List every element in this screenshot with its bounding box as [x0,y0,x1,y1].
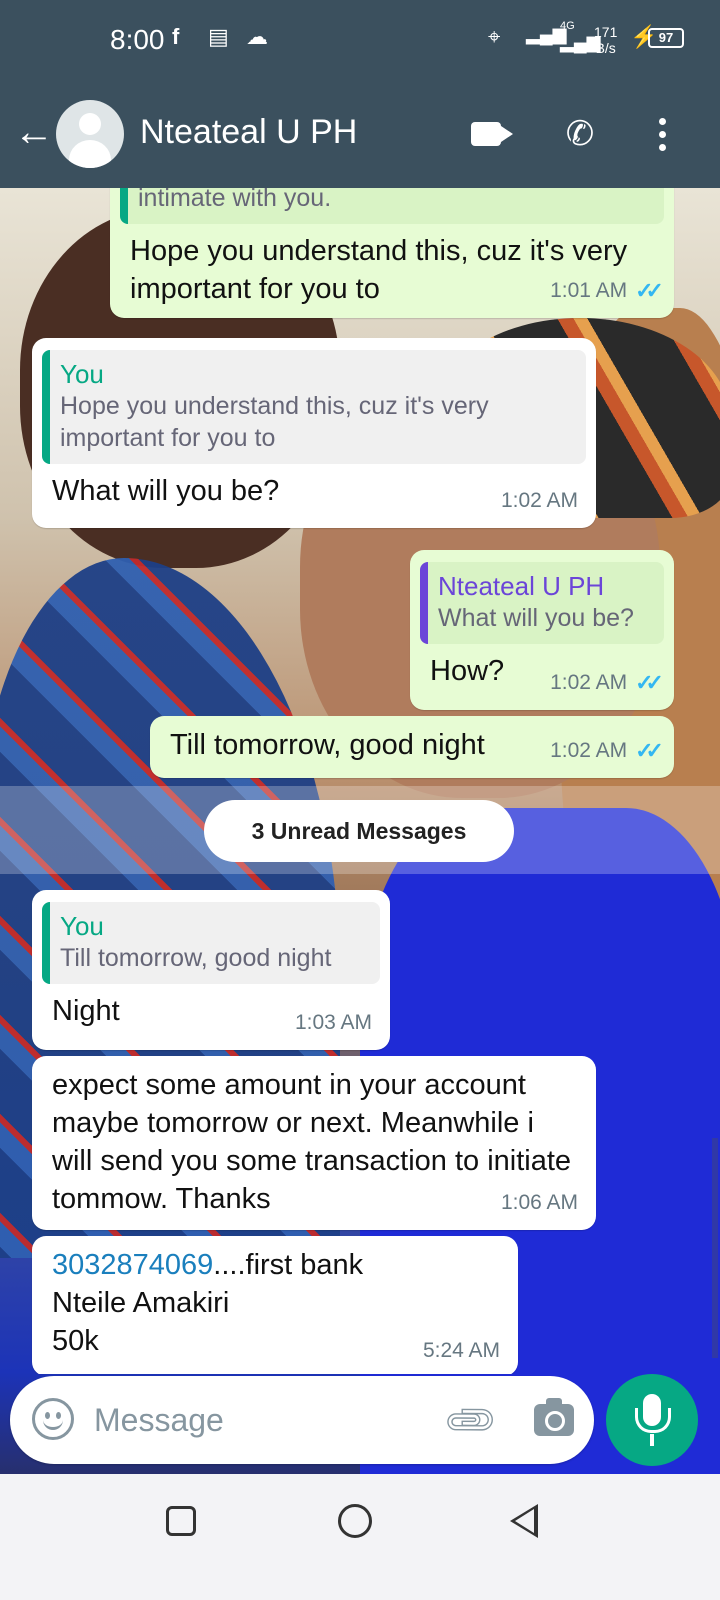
message-meta: 1:06 AM [501,1184,578,1222]
quoted-message[interactable]: intimate with you. [120,188,664,224]
quoted-message[interactable]: You Hope you understand this, cuz it's v… [42,350,586,464]
battery-indicator: 97 [648,28,684,48]
chat-area[interactable]: intimate with you. Hope you understand t… [0,188,720,1374]
attach-icon[interactable]: 📎︎ [440,1390,502,1452]
message-text: What will you be? [52,475,280,507]
avatar[interactable] [56,100,124,168]
cloud-icon: ☁ [246,24,268,49]
read-receipt-icon: ✓✓ [635,278,664,303]
quoted-message[interactable]: You Till tomorrow, good night [42,902,380,984]
status-bar: 8:00 f ▤ ☁ ⌖ ▂▄▆ 4G ▂▄▆ 171 B/s ⚡ 97 [0,0,720,80]
message-meta: 1:02 AM [501,482,578,520]
message-bubble-incoming[interactable]: You Hope you understand this, cuz it's v… [32,338,596,528]
message-time: 1:02 AM [500,489,578,512]
message-time: 5:24 AM [422,1339,500,1362]
location-icon: ⌖ [488,24,501,49]
more-options-icon[interactable] [638,110,686,158]
contact-name[interactable]: Nteateal U PH [140,113,357,152]
network-speed: 171 B/s [594,24,617,56]
camera-icon[interactable] [534,1398,574,1436]
read-receipt-icon: ✓✓ [635,738,664,763]
avatar-body [69,140,111,168]
mic-stand [650,1434,654,1446]
phone-number-link[interactable]: 3032874069 [52,1249,213,1281]
app-header: 8:00 f ▤ ☁ ⌖ ▂▄▆ 4G ▂▄▆ 171 B/s ⚡ 97 ← N… [0,0,720,188]
scrollbar[interactable] [712,1138,718,1358]
quoted-text: What will you be? [438,604,634,632]
message-text: 3032874069....first bank [52,1246,498,1284]
network-speed-unit: B/s [595,40,616,56]
message-bubble-incoming[interactable]: expect some amount in your account maybe… [32,1056,596,1230]
message-meta: 1:02 AM ✓✓ [550,664,664,702]
voice-message-button[interactable] [606,1374,698,1466]
message-time: 1:03 AM [294,1011,372,1034]
home-icon[interactable] [338,1504,372,1538]
quoted-author: You [60,911,104,941]
message-time: 1:02 AM [550,739,628,762]
network-speed-value: 171 [594,24,618,40]
quoted-message[interactable]: Nteateal U PH What will you be? [420,562,664,644]
message-time: 1:02 AM [550,671,628,694]
message-meta: 1:03 AM [295,1004,372,1042]
system-navigation-bar [0,1474,720,1600]
message-bubble-incoming[interactable]: 3032874069....first bank Nteile Amakiri … [32,1236,518,1374]
message-text-line: Nteile Amakiri [52,1287,230,1319]
message-input[interactable] [94,1396,414,1444]
unread-messages-badge: 3 Unread Messages [204,800,514,862]
mic-icon [635,1394,671,1433]
message-bubble-incoming[interactable]: You Till tomorrow, good night Night 1:03… [32,890,390,1050]
status-time: 8:00 [110,24,165,55]
message-time: 1:06 AM [500,1191,578,1214]
emoji-icon[interactable] [32,1398,74,1440]
quoted-text: Till tomorrow, good night [60,944,332,972]
quoted-author: Nteateal U PH [438,571,605,601]
back-arrow-icon[interactable]: ← [14,112,54,152]
message-text: expect some amount in your account maybe… [52,1069,572,1215]
avatar-head [79,113,101,135]
back-icon[interactable] [510,1504,538,1538]
message-time: 1:01 AM [550,279,628,302]
recent-apps-icon[interactable] [166,1506,196,1536]
phone-icon[interactable]: ✆ [556,110,604,158]
sim-icon: ▤ [208,24,229,49]
quoted-author: You [60,359,104,389]
message-bubble-outgoing[interactable]: Till tomorrow, good night 1:02 AM ✓✓ [150,716,674,778]
quoted-text: Hope you understand this, cuz it's very … [60,392,489,452]
video-call-button[interactable] [462,110,513,158]
video-call-icon [471,122,513,146]
network-type: 4G [560,20,575,32]
message-meta: 5:24 AM [423,1332,500,1370]
message-bubble-outgoing[interactable]: intimate with you. Hope you understand t… [110,188,674,318]
message-meta: 1:02 AM ✓✓ [550,732,664,770]
message-meta: 1:01 AM ✓✓ [550,272,664,310]
message-bubble-outgoing[interactable]: Nteateal U PH What will you be? How? 1:0… [410,550,674,710]
message-composer: 📎︎ [10,1376,594,1464]
message-text-part: ....first bank [213,1249,364,1281]
facebook-icon: f [172,24,180,49]
quoted-text: intimate with you. [138,188,332,212]
read-receipt-icon: ✓✓ [635,670,664,695]
